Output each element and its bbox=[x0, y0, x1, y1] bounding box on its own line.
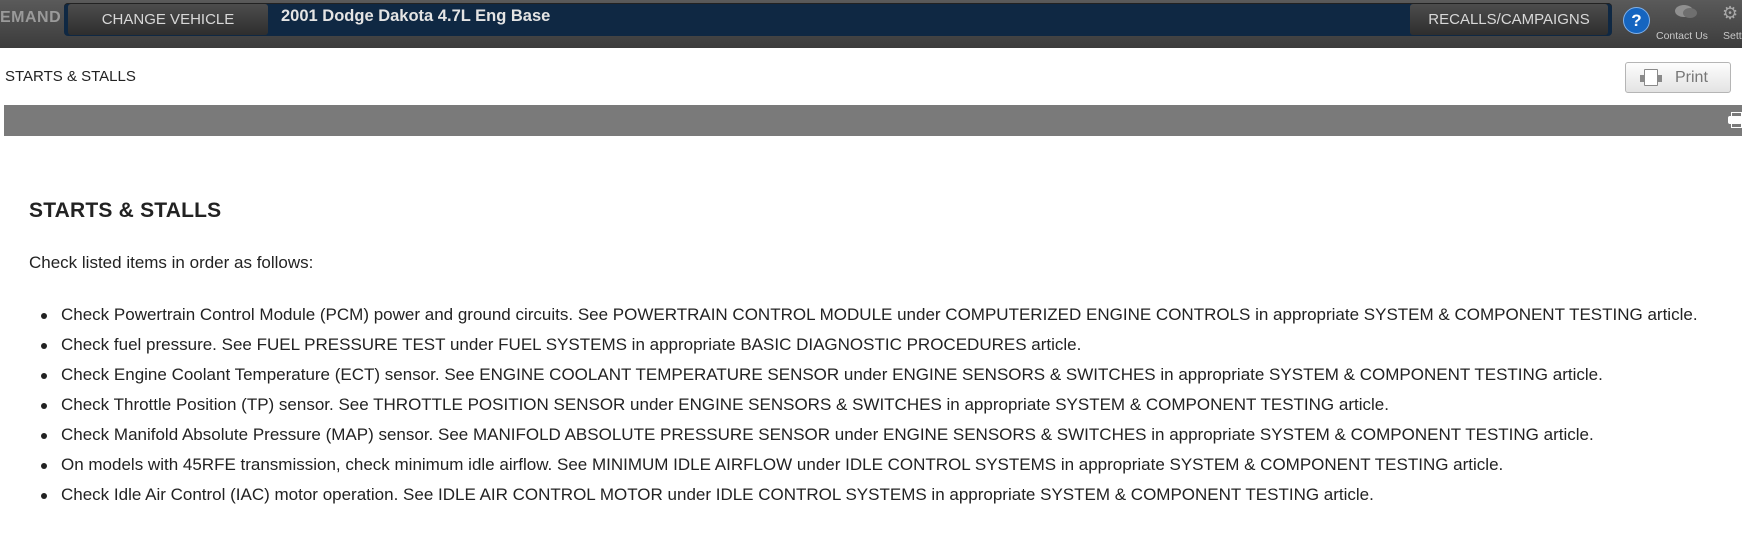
help-icon[interactable]: ? bbox=[1623, 7, 1650, 34]
settings-gear-icon: ⚙ bbox=[1722, 3, 1739, 23]
brand-logo: EMAND bbox=[0, 9, 62, 26]
list-item: Check fuel pressure. See FUEL PRESSURE T… bbox=[41, 330, 1741, 360]
list-item: Check Throttle Position (TP) sensor. See… bbox=[41, 390, 1741, 420]
vehicle-title: 2001 Dodge Dakota 4.7L Eng Base bbox=[281, 7, 551, 25]
toolbar-printer-icon[interactable] bbox=[1728, 111, 1742, 129]
print-button[interactable]: Print bbox=[1625, 62, 1731, 93]
print-label: Print bbox=[1675, 68, 1708, 86]
article-toolbar bbox=[4, 105, 1742, 136]
recalls-campaigns-button[interactable]: RECALLS/CAMPAIGNS bbox=[1410, 4, 1608, 35]
printer-icon bbox=[1640, 68, 1662, 87]
list-item: Check Manifold Absolute Pressure (MAP) s… bbox=[41, 420, 1741, 450]
contact-us-icon-bubble bbox=[1683, 8, 1697, 18]
list-item: Check Powertrain Control Module (PCM) po… bbox=[41, 300, 1741, 330]
settings-button[interactable]: ⚙ Settings bbox=[1718, 3, 1742, 43]
breadcrumb: STARTS & STALLS bbox=[5, 68, 136, 85]
check-list: Check Powertrain Control Module (PCM) po… bbox=[40, 300, 1741, 510]
contact-us-button[interactable]: Contact Us bbox=[1652, 3, 1714, 43]
article-title: STARTS & STALLS bbox=[29, 199, 222, 222]
list-item: Check Idle Air Control (IAC) motor opera… bbox=[41, 480, 1741, 510]
change-vehicle-button[interactable]: CHANGE VEHICLE bbox=[68, 4, 268, 35]
settings-label: Settings bbox=[1723, 30, 1742, 42]
article-intro: Check listed items in order as follows: bbox=[29, 253, 314, 272]
top-bar: EMAND CHANGE VEHICLE 2001 Dodge Dakota 4… bbox=[0, 0, 1742, 48]
list-item: On models with 45RFE transmission, check… bbox=[41, 450, 1741, 480]
list-item: Check Engine Coolant Temperature (ECT) s… bbox=[41, 360, 1741, 390]
contact-us-label: Contact Us bbox=[1656, 30, 1708, 42]
